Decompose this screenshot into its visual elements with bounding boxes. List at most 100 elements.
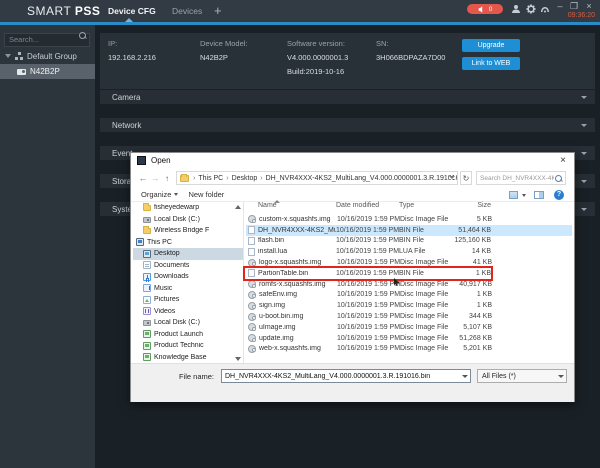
dialog-close-icon[interactable]: × (560, 155, 566, 166)
app-logo: SMART PSS (27, 4, 100, 18)
speaker-icon (478, 6, 485, 13)
column-date-modified[interactable]: Date modified (336, 202, 399, 214)
tree-item[interactable]: Wireless Bridge F (133, 225, 243, 237)
tree-item[interactable]: Music (133, 283, 243, 295)
scroll-up-icon[interactable] (235, 205, 241, 209)
chevron-down-icon[interactable] (558, 375, 564, 378)
file-name-combobox[interactable]: DH_NVR4XXX-4KS2_MultiLang_V4.000.0000001… (221, 369, 471, 383)
tree-item[interactable]: Local Disk (C:) (133, 317, 243, 329)
section-network[interactable]: Network (100, 118, 595, 132)
up-icon[interactable]: ↑ (161, 174, 173, 183)
help-icon[interactable]: ? (554, 190, 564, 200)
desktop-icon (143, 250, 151, 258)
dialog-search-box[interactable]: Search DH_NVR4XXX-4KS2_M... (476, 171, 566, 185)
file-row[interactable]: flash.bin10/16/2019 1:59 PMBIN File125,1… (246, 236, 572, 247)
preview-pane-icon[interactable] (534, 191, 544, 199)
upgrade-button[interactable]: Upgrade (462, 39, 520, 52)
open-file-dialog: Open × ← → ↑ › This PC › Desktop › DH_NV… (130, 152, 575, 402)
home-icon[interactable] (539, 3, 550, 14)
breadcrumb-folder[interactable]: DH_NVR4XXX-4KS2_MultiLang_V4.000.0000001… (265, 175, 458, 182)
tree-item-this-pc[interactable]: This PC (133, 237, 243, 249)
view-dropdown-icon[interactable] (522, 194, 526, 197)
file-row[interactable]: logo-x.squashfs.img10/16/2019 1:59 PMDis… (246, 257, 572, 268)
new-folder-button[interactable]: New folder (188, 190, 224, 199)
file-row[interactable]: update.img10/16/2019 1:59 PMDisc Image F… (246, 333, 572, 344)
chevron-down-icon (581, 152, 587, 155)
bin-file-icon (248, 237, 255, 245)
address-dropdown-icon[interactable] (449, 176, 455, 179)
clock: 09:36:20 (568, 12, 595, 19)
disk-icon (143, 320, 151, 326)
gear-icon[interactable] (525, 3, 536, 14)
device-label: N42B2P (30, 67, 60, 76)
model-value: N42B2P (200, 53, 228, 62)
file-row[interactable]: install.lua10/16/2019 1:59 PMLUA File14 … (246, 246, 572, 257)
disc-image-icon (248, 259, 256, 267)
breadcrumb[interactable]: › This PC › Desktop › DH_NVR4XXX-4KS2_Mu… (176, 171, 458, 185)
search-input[interactable] (4, 33, 90, 47)
column-size[interactable]: Size (451, 202, 491, 214)
tree-item[interactable]: Videos (133, 306, 243, 318)
file-type-filter[interactable]: All Files (*) (477, 369, 567, 383)
pane-divider (243, 202, 244, 363)
section-label: Network (112, 121, 141, 130)
change-view-icon[interactable] (509, 191, 518, 199)
tab-devices[interactable]: Devices (172, 6, 202, 16)
tree-item[interactable]: Downloads (133, 271, 243, 283)
tree-item[interactable]: Product Technic (133, 340, 243, 352)
file-row[interactable]: romfs-x.squashfs.img10/16/2019 1:59 PMDi… (246, 279, 572, 290)
close-button[interactable]: × (583, 1, 595, 11)
file-row[interactable]: sign.img10/16/2019 1:59 PMDisc Image Fil… (246, 300, 572, 311)
ip-value: 192.168.2.216 (108, 53, 156, 62)
tab-device-cfg[interactable]: Device CFG (108, 6, 156, 16)
device-row-selected[interactable]: N42B2P (0, 64, 95, 79)
file-row[interactable]: safeEnv.img10/16/2019 1:59 PMDisc Image … (246, 290, 572, 301)
file-row[interactable]: u-boot.bin.img10/16/2019 1:59 PMDisc Ima… (246, 311, 572, 322)
column-type[interactable]: Type (399, 202, 451, 214)
music-icon (143, 284, 151, 292)
scroll-down-icon[interactable] (235, 357, 241, 361)
document-icon (143, 261, 151, 269)
expand-caret-icon[interactable] (5, 54, 11, 58)
column-name[interactable]: Name (246, 202, 336, 214)
tree-item[interactable]: Product Launch (133, 329, 243, 341)
bin-file-icon (248, 226, 255, 234)
tree-item[interactable]: Local Disk (C:) (133, 214, 243, 226)
breadcrumb-this-pc[interactable]: This PC (197, 175, 224, 182)
group-row[interactable]: Default Group (0, 49, 95, 63)
breadcrumb-desktop[interactable]: Desktop (231, 175, 259, 182)
filter-value: All Files (*) (482, 373, 516, 380)
file-row[interactable]: PartionTable.bin10/16/2019 1:59 PMBIN Fi… (246, 268, 572, 279)
back-icon[interactable]: ← (137, 173, 149, 183)
chevron-down-icon[interactable] (462, 375, 468, 378)
tree-item[interactable]: fisheyedewarp (133, 202, 243, 214)
tree-item[interactable]: Pictures (133, 294, 243, 306)
address-bar: ← → ↑ › This PC › Desktop › DH_NVR4XXX-4… (131, 168, 574, 188)
disc-image-icon (248, 280, 256, 288)
file-row[interactable]: custom-x.squashfs.img10/16/2019 1:59 PMD… (246, 214, 572, 225)
organize-button[interactable]: Organize (141, 190, 178, 199)
user-icon[interactable] (510, 3, 521, 14)
lua-file-icon (248, 248, 255, 256)
alarm-badge[interactable]: 0 (467, 4, 503, 14)
network-icon (143, 342, 151, 350)
tree-item[interactable]: Documents (133, 260, 243, 272)
dialog-body: fisheyedewarp Local Disk (C:) Wireless B… (131, 202, 574, 363)
refresh-icon[interactable]: ↻ (460, 171, 472, 185)
sort-ascending-icon (274, 200, 280, 203)
minimize-button[interactable]: – (554, 1, 566, 11)
tree-item[interactable]: Knowledge Base (133, 352, 243, 364)
section-camera[interactable]: Camera (100, 90, 595, 104)
new-tab-button[interactable]: + (214, 3, 222, 18)
maximize-button[interactable]: ❐ (568, 1, 580, 12)
forward-icon[interactable]: → (149, 173, 161, 183)
link-to-web-button[interactable]: Link to WEB (462, 57, 520, 70)
dialog-footer: File name: DH_NVR4XXX-4KS2_MultiLang_V4.… (131, 363, 574, 402)
sn-value: 3H066BDPAZA7D00 (376, 53, 445, 62)
file-row[interactable]: uImage.img10/16/2019 1:59 PMDisc Image F… (246, 322, 572, 333)
videos-icon (143, 307, 151, 315)
file-row[interactable]: web-x.squashfs.img10/16/2019 1:59 PMDisc… (246, 344, 572, 355)
file-row-selected[interactable]: DH_NVR4XXX-4KS2_MultiLang_V4.000.00...10… (246, 225, 572, 236)
chevron-down-icon (581, 180, 587, 183)
tree-item-desktop[interactable]: Desktop (133, 248, 243, 260)
